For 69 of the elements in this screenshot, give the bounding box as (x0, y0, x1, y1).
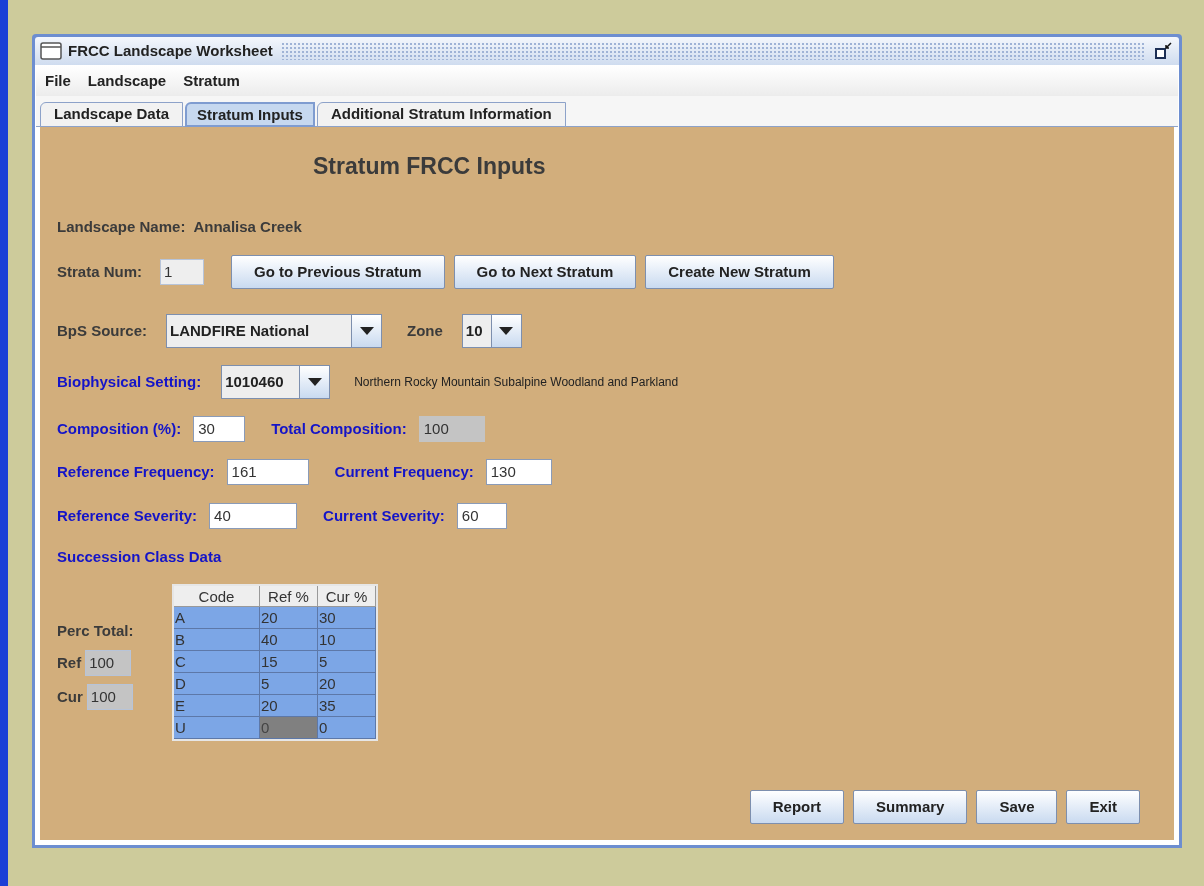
table-cell[interactable]: U (174, 717, 260, 739)
field-label: Cur (57, 686, 83, 707)
panel-heading: Stratum FRCC Inputs (312, 152, 547, 179)
table-cell[interactable]: 35 (318, 695, 376, 717)
stratum-button[interactable]: Create New Stratum (645, 255, 834, 289)
column-header[interactable]: Ref % (260, 586, 318, 607)
table-cell[interactable]: 40 (260, 629, 318, 651)
input-field[interactable]: 40 (209, 503, 298, 529)
stratum-button[interactable]: Go to Next Stratum (453, 255, 637, 289)
table-cell[interactable]: A (174, 607, 260, 629)
field-label: Zone (407, 320, 443, 341)
table-cell[interactable]: 5 (318, 651, 376, 673)
readonly-field: 100 (418, 416, 485, 442)
menu-item[interactable]: File (45, 69, 71, 93)
field-label: Biophysical Setting: (57, 371, 202, 392)
table-cell[interactable]: E (174, 695, 260, 717)
table-cell[interactable]: 0 (318, 717, 376, 739)
field-label: Strata Num: (57, 261, 142, 282)
window-title: FRCC Landscape Worksheet (68, 40, 273, 61)
biophysical-setting-dropdown[interactable]: 1010460 (221, 365, 331, 399)
field-label: BpS Source: (57, 320, 147, 341)
field-label: Current Frequency: (334, 461, 474, 482)
table-cell[interactable]: 30 (318, 607, 376, 629)
field-label: Reference Severity: (57, 505, 198, 526)
caret-icon (307, 378, 322, 386)
readonly-field: 100 (85, 650, 132, 676)
caret-icon (359, 327, 374, 335)
tab[interactable]: Landscape Data (40, 102, 184, 127)
table-cell[interactable]: 20 (260, 607, 318, 629)
action-button[interactable]: Exit (1066, 790, 1140, 824)
column-header[interactable]: Cur % (318, 586, 376, 607)
zone-dropdown[interactable]: 10 (461, 314, 522, 348)
menu-item[interactable]: Landscape (87, 69, 167, 93)
bps-source-dropdown[interactable]: LANDFIRE National (166, 314, 382, 348)
field-label: Perc Total: (57, 621, 135, 640)
field-label: Composition (%): (57, 418, 182, 439)
column-header[interactable]: Code (174, 586, 260, 607)
menu-item[interactable]: Stratum (183, 69, 240, 93)
field-label: Ref (57, 652, 82, 673)
action-button[interactable]: Report (749, 790, 845, 824)
strata-num-field[interactable]: 1 (160, 259, 204, 285)
table-cell[interactable]: 15 (260, 651, 318, 673)
table-cell[interactable]: 20 (260, 695, 318, 717)
window-icon (40, 42, 62, 60)
table-cell[interactable]: 20 (318, 673, 376, 695)
input-field[interactable]: 130 (485, 459, 552, 485)
table-cell[interactable]: C (174, 651, 260, 673)
input-field[interactable]: 161 (226, 459, 309, 485)
action-button[interactable]: Save (976, 790, 1058, 824)
section-heading: Succession Class Data (57, 546, 222, 567)
input-field[interactable]: 30 (193, 416, 246, 442)
table-cell[interactable]: 5 (260, 673, 318, 695)
field-label: Total Composition: (271, 418, 407, 439)
table-cell[interactable]: D (174, 673, 260, 695)
action-button[interactable]: Summary (853, 790, 968, 824)
field-label: Reference Frequency: (57, 461, 215, 482)
setting-description: Northern Rocky Mountain Subalpine Woodland and Parkland (354, 374, 679, 391)
field-label: Landscape Name: (57, 216, 186, 237)
table-cell[interactable]: 10 (318, 629, 376, 651)
field-label: Current Severity: (323, 505, 445, 526)
tab[interactable]: Stratum Inputs (185, 102, 315, 127)
stratum-button[interactable]: Go to Previous Stratum (231, 255, 445, 289)
readonly-field: 100 (86, 684, 133, 710)
table-cell[interactable]: B (174, 629, 260, 651)
input-field[interactable]: 60 (456, 503, 507, 529)
landscape-name: Annalisa Creek (193, 216, 302, 237)
restore-icon[interactable] (1154, 41, 1174, 61)
caret-icon (499, 327, 514, 335)
tab[interactable]: Additional Stratum Information (316, 102, 566, 127)
